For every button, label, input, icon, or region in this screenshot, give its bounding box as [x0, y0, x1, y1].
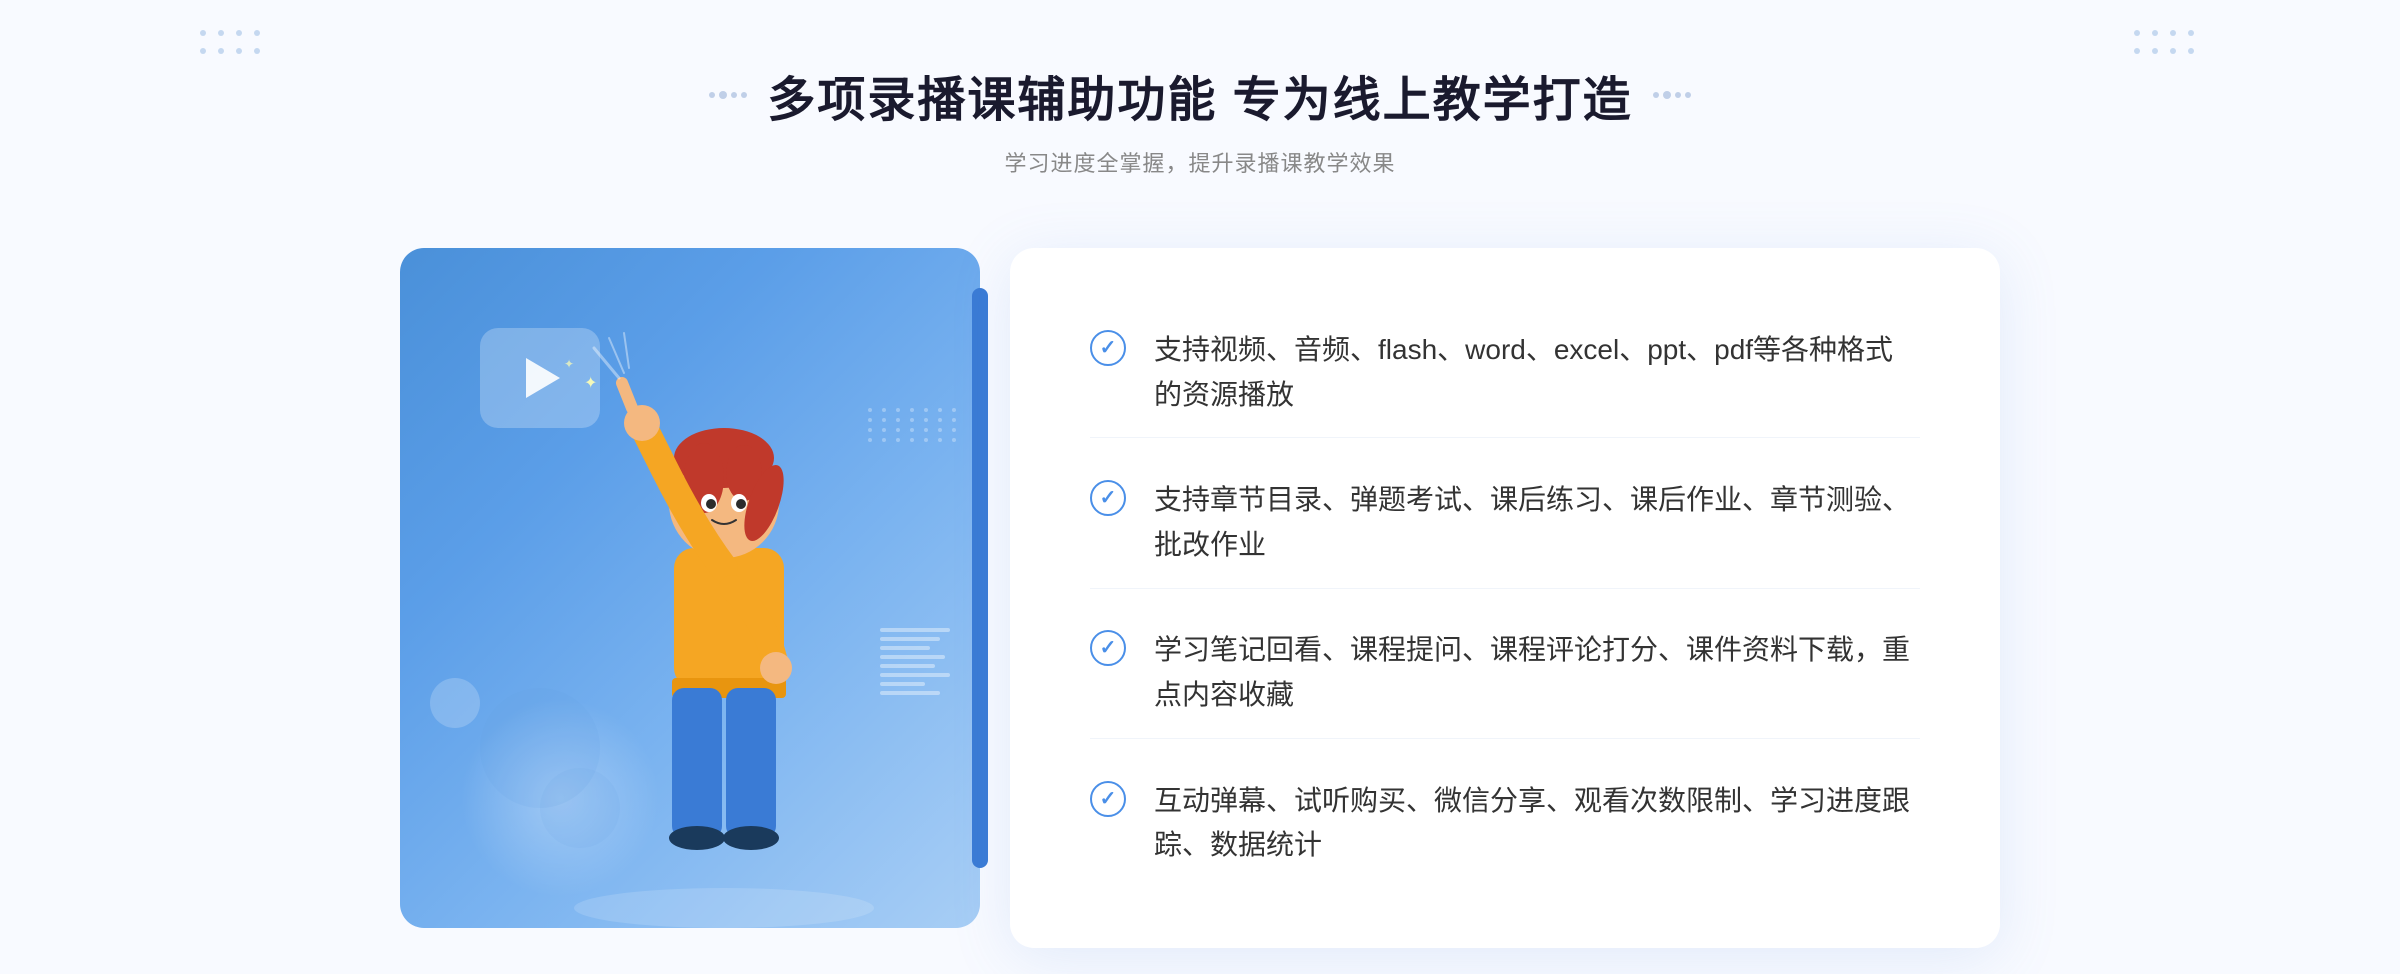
dots-decoration-left: [200, 30, 266, 60]
content-area: »: [400, 228, 2000, 948]
feature-text-3: 学习笔记回看、课程提问、课程评论打分、课件资料下载，重点内容收藏: [1154, 628, 1920, 718]
person-illustration: ✦ ✦: [554, 328, 894, 928]
features-panel: ✓ 支持视频、音频、flash、word、excel、ppt、pdf等各种格式的…: [1010, 248, 2000, 948]
feature-item-3: ✓ 学习笔记回看、课程提问、课程评论打分、课件资料下载，重点内容收藏: [1090, 608, 1920, 739]
deco-dots-right: [1653, 91, 1691, 99]
header-section: 多项录播课辅助功能 专为线上教学打造 学习进度全掌握，提升录播课教学效果: [709, 60, 1690, 178]
illustration-card: ✦ ✦: [400, 248, 980, 928]
feature-text-2: 支持章节目录、弹题考试、课后练习、课后作业、章节测验、批改作业: [1154, 478, 1920, 568]
check-icon-1: ✓: [1090, 330, 1126, 366]
check-icon-4: ✓: [1090, 781, 1126, 817]
dots-decoration-right: [2134, 30, 2200, 60]
small-circle-decoration: [430, 678, 480, 728]
feature-text-4: 互动弹幕、试听购买、微信分享、观看次数限制、学习进度跟踪、数据统计: [1154, 779, 1920, 869]
header-decoration: 多项录播课辅助功能 专为线上教学打造: [709, 60, 1690, 130]
feature-item-4: ✓ 互动弹幕、试听购买、微信分享、观看次数限制、学习进度跟踪、数据统计: [1090, 759, 1920, 889]
check-icon-2: ✓: [1090, 480, 1126, 516]
check-icon-3: ✓: [1090, 630, 1126, 666]
feature-item-2: ✓ 支持章节目录、弹题考试、课后练习、课后作业、章节测验、批改作业: [1090, 458, 1920, 589]
feature-text-1: 支持视频、音频、flash、word、excel、ppt、pdf等各种格式的资源…: [1154, 328, 1920, 418]
svg-text:✦: ✦: [584, 375, 597, 392]
main-title: 多项录播课辅助功能 专为线上教学打造: [767, 60, 1632, 130]
feature-item-1: ✓ 支持视频、音频、flash、word、excel、ppt、pdf等各种格式的…: [1090, 308, 1920, 439]
svg-text:✦: ✦: [564, 357, 574, 371]
deco-dots-left: [709, 91, 747, 99]
page-wrapper: 多项录播课辅助功能 专为线上教学打造 学习进度全掌握，提升录播课教学效果 »: [0, 0, 2400, 974]
accent-bar: [972, 288, 988, 868]
subtitle: 学习进度全掌握，提升录播课教学效果: [709, 146, 1690, 178]
